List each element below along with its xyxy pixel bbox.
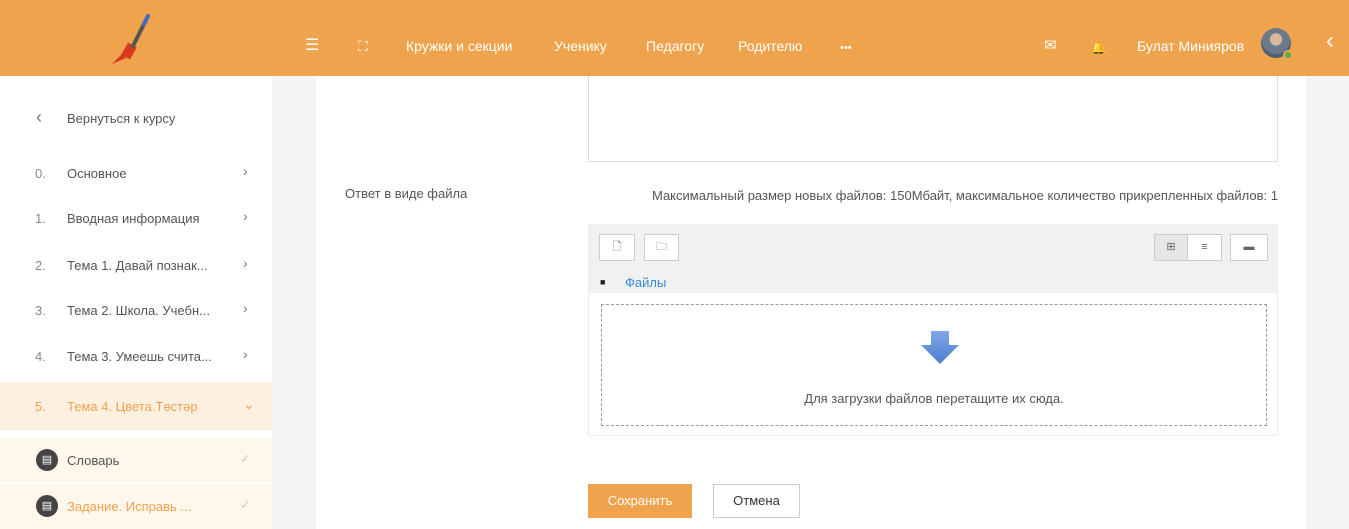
back-to-course-label: Вернуться к курсу [67, 111, 176, 126]
save-button[interactable]: Сохранить [588, 484, 692, 518]
nav-student[interactable]: Ученику [554, 38, 607, 54]
user-name[interactable]: Булат Минияров [1137, 38, 1244, 54]
glossary-icon: ▤ [36, 449, 58, 471]
folder-filled-icon: ■ [600, 277, 606, 287]
assignment-icon: ▤ [36, 495, 58, 517]
chevron-right-icon: › [243, 163, 248, 179]
section-label: Вводная информация [67, 211, 200, 226]
collapse-panel-icon[interactable]: ‹ [1326, 29, 1334, 53]
view-tree-button[interactable]: ▬ [1230, 234, 1268, 261]
section-number: 0. [35, 166, 46, 181]
course-sidebar: ‹ Вернуться к курсу 0. Основное › 1. Вво… [0, 76, 272, 529]
user-avatar[interactable] [1261, 28, 1293, 60]
hamburger-menu-icon[interactable]: ☰ [305, 36, 319, 56]
grid-icon: ⊞ [1166, 241, 1176, 253]
mail-icon[interactable]: ✉ [1044, 36, 1057, 56]
cancel-button[interactable]: Отмена [713, 484, 800, 518]
nav-teacher[interactable]: Педагогу [646, 38, 704, 54]
section-number: 2. [35, 258, 46, 273]
chevron-right-icon: › [243, 346, 248, 362]
sidebar-section-3[interactable]: 3. Тема 2. Школа. Учебн... › [0, 288, 272, 332]
activity-label: Задание. Исправь ... [67, 499, 192, 514]
file-drop-zone[interactable]: Для загрузки файлов перетащите их сюда. [601, 304, 1267, 426]
sidebar-section-5[interactable]: 5. Тема 4. Цвета.Төстәр ⌄ [0, 382, 272, 430]
chevron-right-icon: › [243, 300, 248, 316]
section-number: 1. [35, 211, 46, 226]
file-picker-toolbar: 🗋 🗀 ⊞ ≡ ▬ ■ Файлы [589, 225, 1277, 293]
file-submission-label: Ответ в виде файла [345, 186, 468, 201]
list-icon: ≡ [1201, 241, 1208, 253]
folder-icon: ▬ [1243, 241, 1255, 253]
sidebar-section-0[interactable]: 0. Основное › [0, 151, 272, 195]
folder-outline-icon: 🗀 [656, 241, 667, 253]
add-file-button[interactable]: 🗋 [599, 234, 635, 261]
section-label: Тема 2. Школа. Учебн... [67, 303, 210, 318]
sidebar-section-2[interactable]: 2. Тема 1. Давай познак... › [0, 243, 272, 287]
top-navbar: ☰ ⛶ Кружки и секции Ученику Педагогу Род… [0, 0, 1349, 76]
section-number: 5. [35, 399, 46, 414]
drop-zone-text: Для загрузки файлов перетащите их сюда. [804, 391, 1064, 406]
nav-parent[interactable]: Родителю [738, 38, 802, 54]
brush-logo[interactable] [100, 14, 160, 66]
fullscreen-icon[interactable]: ⛶ [358, 36, 368, 56]
arrow-down-icon [921, 331, 959, 364]
more-menu-icon[interactable]: ••• [840, 40, 852, 56]
completion-check-icon: ✓ [240, 497, 251, 512]
view-list-button[interactable]: ≡ [1187, 234, 1222, 261]
view-icons-button[interactable]: ⊞ [1154, 234, 1188, 261]
online-status-icon [1283, 50, 1293, 60]
sidebar-activity-glossary[interactable]: ▤ Словарь ✓ [0, 438, 272, 482]
section-label: Основное [67, 166, 127, 181]
section-number: 3. [35, 303, 46, 318]
completion-check-icon: ✓ [240, 451, 251, 466]
section-label: Тема 4. Цвета.Төстәр [67, 399, 198, 414]
file-limits-info: Максимальный размер новых файлов: 150Мба… [651, 188, 1278, 203]
chevron-right-icon: › [243, 255, 248, 271]
section-number: 4. [35, 349, 46, 364]
files-breadcrumb[interactable]: Файлы [625, 275, 666, 290]
chevron-left-icon: ‹ [36, 107, 42, 127]
nav-clubs[interactable]: Кружки и секции [406, 38, 512, 54]
sidebar-section-1[interactable]: 1. Вводная информация › [0, 196, 272, 240]
bell-icon[interactable]: 🔔 [1091, 38, 1106, 58]
activity-label: Словарь [67, 453, 120, 468]
chevron-right-icon: › [243, 208, 248, 224]
file-picker: 🗋 🗀 ⊞ ≡ ▬ ■ Файлы Для загрузки файлов пе [588, 224, 1278, 436]
chevron-down-icon: ⌄ [243, 396, 255, 412]
file-icon: 🗋 [612, 241, 622, 253]
sidebar-section-4[interactable]: 4. Тема 3. Умеешь счита... › [0, 334, 272, 378]
section-label: Тема 1. Давай познак... [67, 258, 208, 273]
sidebar-activity-assignment[interactable]: ▤ Задание. Исправь ... ✓ [0, 484, 272, 529]
online-text-editor[interactable] [588, 76, 1278, 162]
back-to-course-link[interactable]: ‹ Вернуться к курсу [0, 96, 272, 140]
create-folder-button[interactable]: 🗀 [644, 234, 679, 261]
section-label: Тема 3. Умеешь счита... [67, 349, 212, 364]
